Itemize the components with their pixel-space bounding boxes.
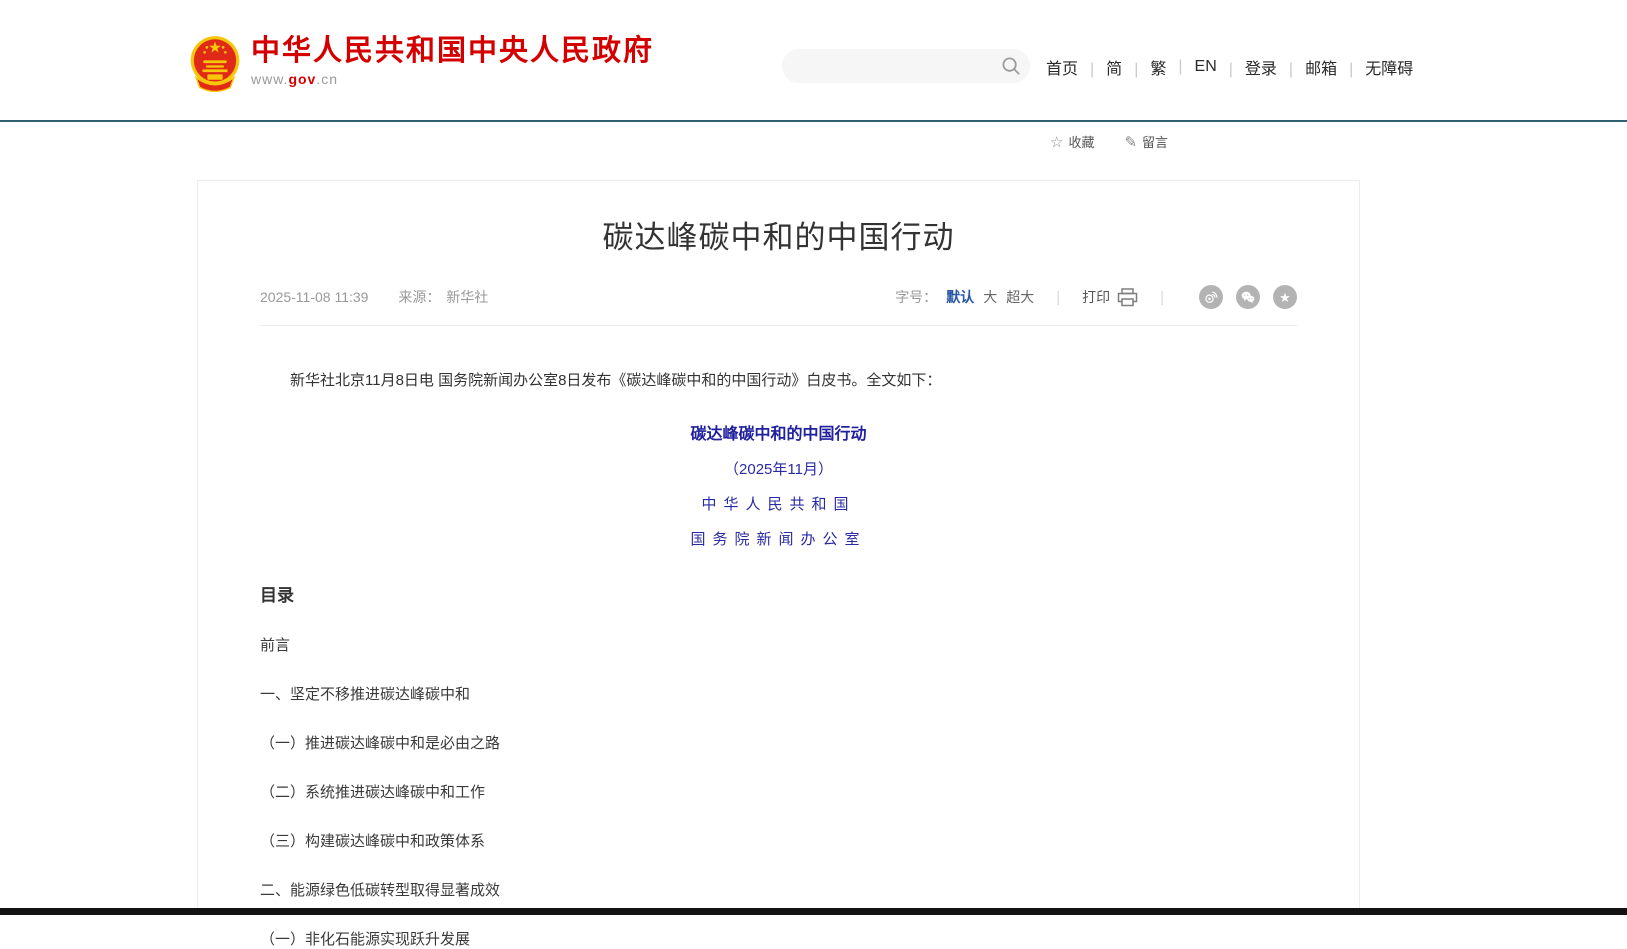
divider: | xyxy=(1160,289,1164,306)
wechat-icon xyxy=(1240,289,1256,305)
toc-item[interactable]: 前言 xyxy=(260,634,1297,655)
star-share-icon: ★ xyxy=(1279,291,1291,304)
article-card: 碳达峰碳中和的中国行动 2025-11-08 11:39 来源： 新华社 字号：… xyxy=(197,180,1360,915)
site-header: 中华人民共和国中央人民政府 www.gov.cn 首页简繁EN登录邮箱无障碍 xyxy=(0,0,1627,122)
toc-item[interactable]: 一、坚定不移推进碳达峰碳中和 xyxy=(260,683,1297,704)
document-org-line2: 国务院新闻办公室 xyxy=(260,528,1297,549)
toc-item[interactable]: （一）非化石能源实现跃升发展 xyxy=(260,928,1297,949)
site-url: www.gov.cn xyxy=(251,71,654,87)
article-meta: 2025-11-08 11:39 来源： 新华社 xyxy=(260,287,488,307)
search-icon xyxy=(1001,56,1021,76)
site-logo[interactable]: 中华人民共和国中央人民政府 www.gov.cn xyxy=(188,34,654,94)
share-icons: ★ xyxy=(1186,285,1297,309)
font-size-large[interactable]: 大 xyxy=(983,287,997,307)
site-title: 中华人民共和国中央人民政府 xyxy=(251,34,654,68)
url-gov: gov xyxy=(288,71,316,87)
nav-link[interactable]: 无障碍 xyxy=(1337,55,1413,79)
document-date: （2025年11月） xyxy=(260,458,1297,479)
comment-label: 留言 xyxy=(1142,132,1168,151)
toc-item[interactable]: 二、能源绿色低碳转型取得显著成效 xyxy=(260,879,1297,900)
toc-item[interactable]: （三）构建碳达峰碳中和政策体系 xyxy=(260,830,1297,851)
search-button[interactable] xyxy=(992,49,1030,83)
nav-link[interactable]: 简 xyxy=(1078,55,1122,79)
favorite-button[interactable]: ☆ 收藏 xyxy=(1050,132,1094,151)
comment-button[interactable]: ✎ 留言 xyxy=(1124,132,1168,151)
pencil-icon: ✎ xyxy=(1124,133,1137,151)
lead-paragraph: 新华社北京11月8日电 国务院新闻办公室8日发布《碳达峰碳中和的中国行动》白皮书… xyxy=(260,368,1297,394)
toc-heading: 目录 xyxy=(260,581,1297,606)
share-star-button[interactable]: ★ xyxy=(1273,285,1297,309)
bottom-edge-bar xyxy=(0,908,1627,915)
nav-link[interactable]: 首页 xyxy=(1046,55,1078,79)
weibo-icon xyxy=(1203,289,1219,305)
article-toolbar: 字号： 默认 大 超大 | 打印 | xyxy=(895,285,1297,309)
toc-item[interactable]: （二）系统推进碳达峰碳中和工作 xyxy=(260,781,1297,802)
font-size-label: 字号： xyxy=(895,287,937,307)
top-nav: 首页简繁EN登录邮箱无障碍 xyxy=(1046,55,1413,79)
search-box xyxy=(782,49,1030,83)
printer-icon xyxy=(1117,288,1138,307)
article-meta-row: 2025-11-08 11:39 来源： 新华社 字号： 默认 大 超大 | 打… xyxy=(260,285,1297,326)
url-www: www. xyxy=(251,71,288,87)
toc-item[interactable]: （一）推进碳达峰碳中和是必由之路 xyxy=(260,732,1297,753)
publish-date: 2025-11-08 11:39 xyxy=(260,289,368,305)
favorite-label: 收藏 xyxy=(1068,132,1094,151)
print-button[interactable]: 打印 xyxy=(1082,287,1138,307)
article-action-row: ☆ 收藏 ✎ 留言 xyxy=(1050,132,1198,151)
print-label: 打印 xyxy=(1082,287,1110,307)
search-input[interactable] xyxy=(782,49,992,83)
nav-link[interactable]: 邮箱 xyxy=(1277,55,1337,79)
national-emblem-icon xyxy=(188,34,242,94)
nav-link[interactable]: 登录 xyxy=(1217,55,1277,79)
url-cn: .cn xyxy=(316,71,338,87)
share-weibo-button[interactable] xyxy=(1199,285,1223,309)
font-size-default[interactable]: 默认 xyxy=(946,287,974,307)
font-size-xlarge[interactable]: 超大 xyxy=(1006,287,1034,307)
share-wechat-button[interactable] xyxy=(1236,285,1260,309)
document-org-line1: 中华人民共和国 xyxy=(260,493,1297,514)
star-icon: ☆ xyxy=(1050,133,1063,151)
toc-list: 前言一、坚定不移推进碳达峰碳中和 （一）推进碳达峰碳中和是必由之路 （二）系统推进碳… xyxy=(260,634,1297,949)
source-label: 来源： xyxy=(398,289,440,305)
nav-link[interactable]: EN xyxy=(1166,58,1216,76)
source-value[interactable]: 新华社 xyxy=(446,289,488,305)
page-title: 碳达峰碳中和的中国行动 xyxy=(260,215,1297,261)
divider: | xyxy=(1056,289,1060,306)
font-size-options: 默认 大 超大 xyxy=(937,287,1034,307)
nav-link[interactable]: 繁 xyxy=(1122,55,1166,79)
document-title: 碳达峰碳中和的中国行动 xyxy=(260,420,1297,444)
